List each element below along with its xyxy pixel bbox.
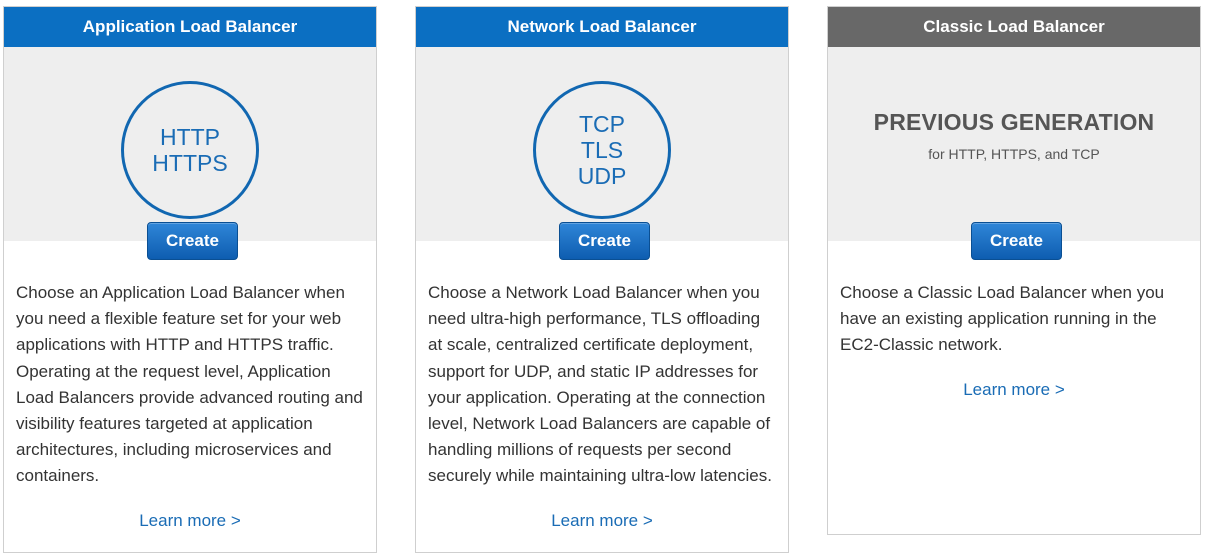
learn-more-link[interactable]: Learn more > [416, 511, 788, 531]
protocol-label-tcp: TCP [579, 111, 625, 137]
protocol-label-http: HTTP [159, 124, 221, 150]
generation-panel: PREVIOUS GENERATION for HTTP, HTTPS, and… [828, 47, 1200, 241]
card-description: Choose a Classic Load Balancer when you … [840, 283, 1165, 355]
create-nlb-button[interactable]: Create [559, 222, 650, 260]
protocol-circle: HTTP HTTPS [121, 81, 259, 219]
protocol-panel: TCP TLS UDP [416, 47, 788, 241]
card-description: Choose an Application Load Balancer when… [16, 283, 363, 486]
create-alb-button[interactable]: Create [147, 222, 238, 260]
classic-load-balancer-card: Classic Load Balancer PREVIOUS GENERATIO… [827, 6, 1201, 535]
learn-more-link[interactable]: Learn more > [828, 380, 1200, 400]
previous-generation-block: PREVIOUS GENERATION for HTTP, HTTPS, and… [828, 109, 1200, 162]
previous-generation-subtitle: for HTTP, HTTPS, and TCP [928, 146, 1100, 162]
card-description: Choose a Network Load Balancer when you … [428, 283, 772, 486]
protocol-label-tls: TLS [580, 137, 624, 163]
network-load-balancer-card: Network Load Balancer TCP TLS UDP Create… [415, 6, 789, 553]
card-title: Classic Load Balancer [828, 7, 1200, 47]
protocol-panel: HTTP HTTPS [4, 47, 376, 241]
protocol-label-https: HTTPS [152, 150, 228, 176]
learn-more-link[interactable]: Learn more > [4, 511, 376, 531]
card-title: Network Load Balancer [416, 7, 788, 47]
protocol-label-udp: UDP [577, 163, 627, 189]
previous-generation-title: PREVIOUS GENERATION [873, 109, 1155, 135]
protocol-circle: TCP TLS UDP [533, 81, 671, 219]
application-load-balancer-card: Application Load Balancer HTTP HTTPS Cre… [3, 6, 377, 553]
card-title: Application Load Balancer [4, 7, 376, 47]
create-clb-button[interactable]: Create [971, 222, 1062, 260]
